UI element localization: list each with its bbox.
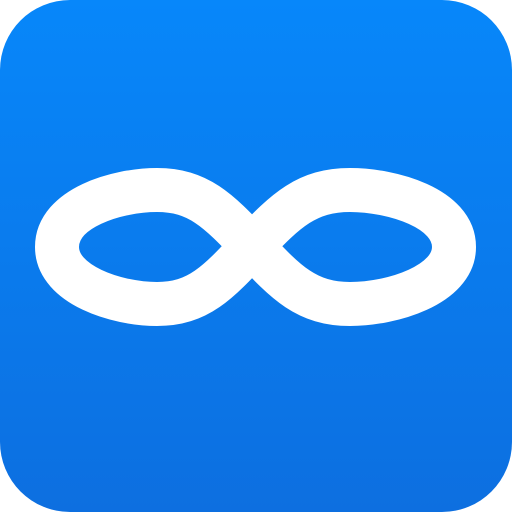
app-icon[interactable] xyxy=(0,0,512,512)
infinity-loop-path xyxy=(35,168,476,326)
infinity-icon xyxy=(35,168,476,326)
